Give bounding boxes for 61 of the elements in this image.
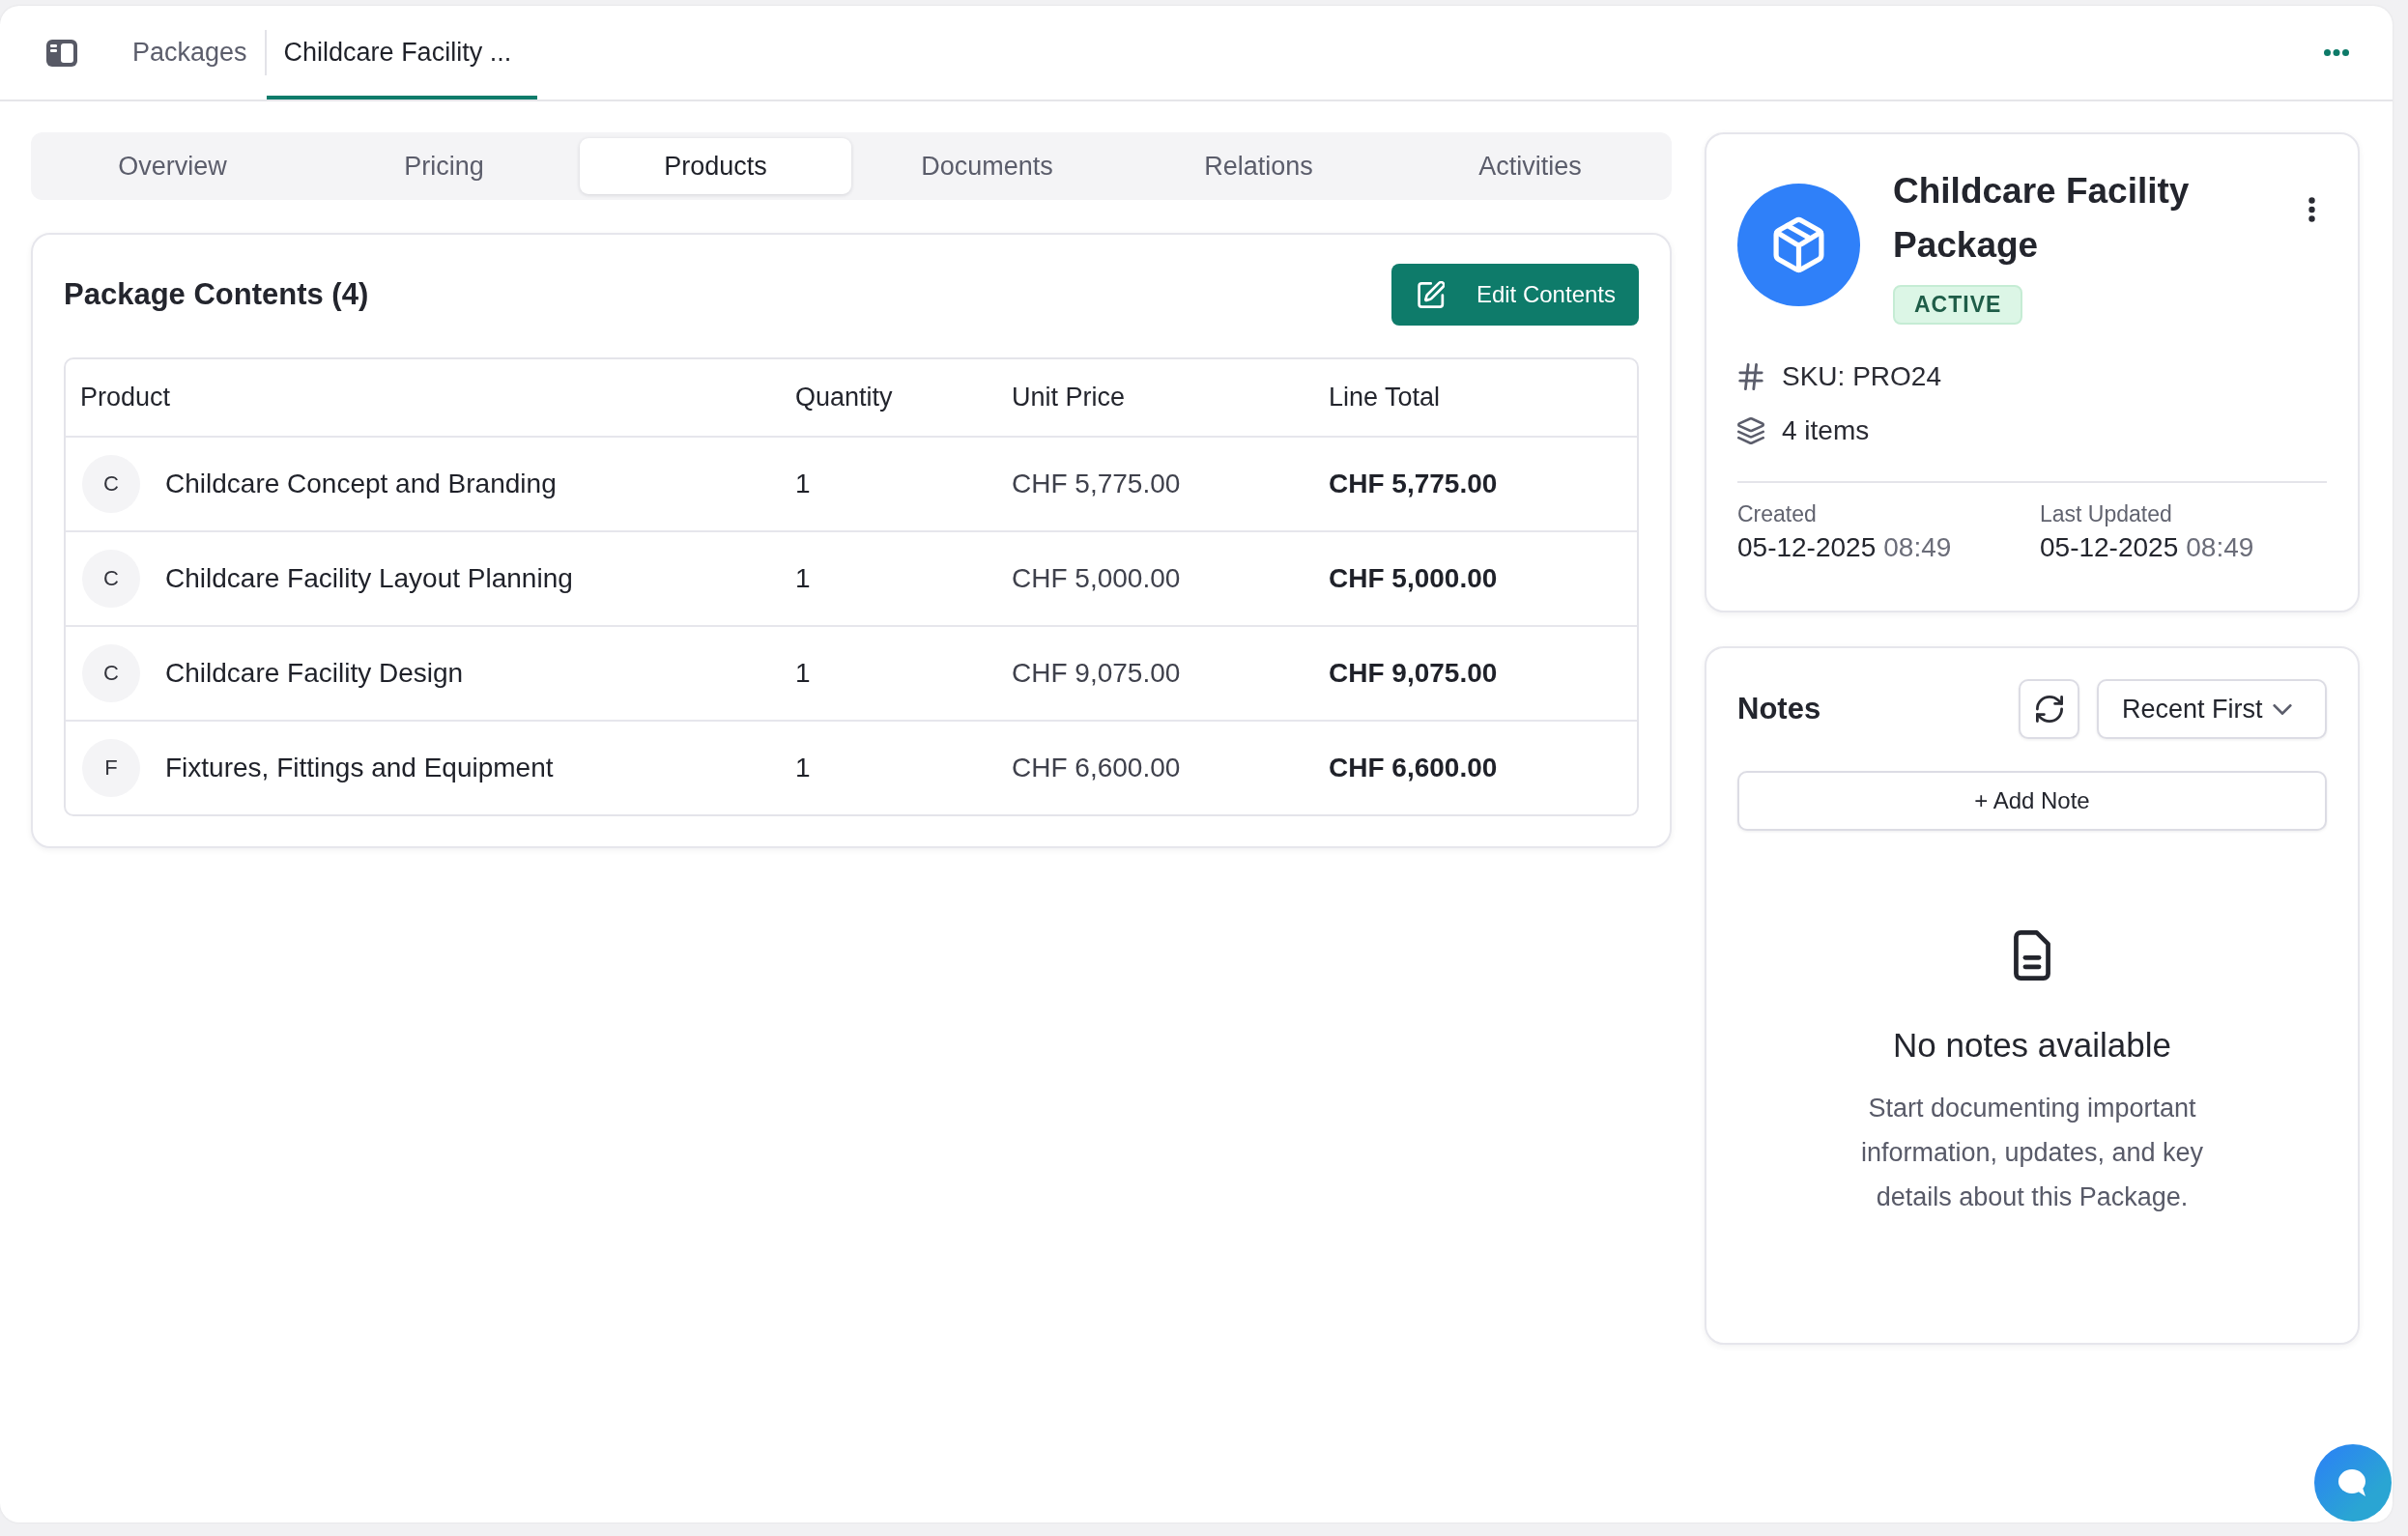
edit-icon xyxy=(1417,281,1445,308)
product-name: Childcare Facility Layout Planning xyxy=(165,563,573,594)
tab[interactable]: Relations xyxy=(1123,138,1394,194)
tab[interactable]: Products xyxy=(580,138,851,194)
column-header: Line Total xyxy=(1328,382,1442,413)
empty-state-title: No notes available xyxy=(1893,1025,2171,1066)
layers-icon xyxy=(1737,417,1764,444)
table-cell-text: CHF 5,000.00 xyxy=(1328,562,1499,595)
initial-avatar: C xyxy=(82,455,140,513)
product-name: Childcare Concept and Branding xyxy=(165,469,557,499)
date-label: Created xyxy=(1737,500,1817,528)
breadcrumb-link[interactable]: Packages xyxy=(115,6,265,100)
tab[interactable]: Overview xyxy=(37,138,308,194)
time-value: 08:49 xyxy=(2186,531,2254,564)
sort-dropdown[interactable]: Recent First xyxy=(2097,679,2327,739)
time-value: 08:49 xyxy=(1883,531,1952,564)
tab[interactable]: Documents xyxy=(851,138,1123,194)
table-cell-text: CHF 6,600.00 xyxy=(1328,752,1499,784)
table-cell-text: CHF 9,075.00 xyxy=(1328,657,1499,690)
table-cell-text: CHF 5,775.00 xyxy=(1011,468,1182,500)
sidebar-toggle-icon[interactable] xyxy=(46,39,77,67)
product-name: Fixtures, Fittings and Equipment xyxy=(165,753,554,783)
table-cell-text: 1 xyxy=(794,752,812,784)
tab[interactable]: Activities xyxy=(1394,138,1666,194)
empty-state-text: Start documenting important information, updates, and key details about this Package. xyxy=(1859,1093,2205,1213)
initial-avatar: C xyxy=(82,550,140,608)
edit-contents-button[interactable]: Edit Contents xyxy=(1390,264,1639,326)
column-header: Unit Price xyxy=(1011,382,1127,413)
section-title: Notes xyxy=(1737,692,1822,726)
table-cell-text: CHF 6,600.00 xyxy=(1011,752,1182,784)
document-icon xyxy=(2012,930,2052,981)
hash-icon xyxy=(1737,363,1764,390)
table-cell-text: 1 xyxy=(794,562,812,595)
more-horizontal-icon[interactable] xyxy=(2324,49,2349,56)
refresh-icon xyxy=(2035,696,2063,723)
refresh-button[interactable] xyxy=(2019,679,2079,739)
column-header: Quantity xyxy=(794,382,894,413)
add-note-button[interactable]: + Add Note xyxy=(1737,771,2327,831)
chevron-down-icon xyxy=(2272,703,2292,715)
table-cell-text: CHF 9,075.00 xyxy=(1011,657,1182,690)
table-cell-text: 1 xyxy=(794,468,812,500)
initial-avatar: C xyxy=(82,644,140,702)
product-name: Childcare Facility Design xyxy=(165,658,464,689)
speech-bubble-icon xyxy=(2337,1468,2368,1497)
table-cell-text: CHF 5,775.00 xyxy=(1328,468,1499,500)
cube-icon xyxy=(1737,183,1860,306)
breadcrumb-tab[interactable]: Childcare Facility ... xyxy=(266,6,538,100)
section-title: Package Contents (4) xyxy=(64,277,369,312)
sku-text: SKU: PRO24 xyxy=(1782,361,1941,392)
status-badge: ACTIVE xyxy=(1893,285,2023,325)
tab[interactable]: Pricing xyxy=(308,138,580,194)
table-cell-text: CHF 5,000.00 xyxy=(1011,562,1182,595)
date-label: Last Updated xyxy=(2040,500,2172,528)
item-count: 4 items xyxy=(1782,415,1870,446)
package-title: Childcare Facility Package xyxy=(1893,170,2191,267)
date-value: 05-12-2025 xyxy=(2040,531,2179,564)
table-cell-text: 1 xyxy=(794,657,812,690)
date-value: 05-12-2025 xyxy=(1737,531,1877,564)
column-header: Product xyxy=(79,382,172,413)
initial-avatar: F xyxy=(82,739,140,797)
more-vertical-icon[interactable] xyxy=(2308,197,2315,222)
